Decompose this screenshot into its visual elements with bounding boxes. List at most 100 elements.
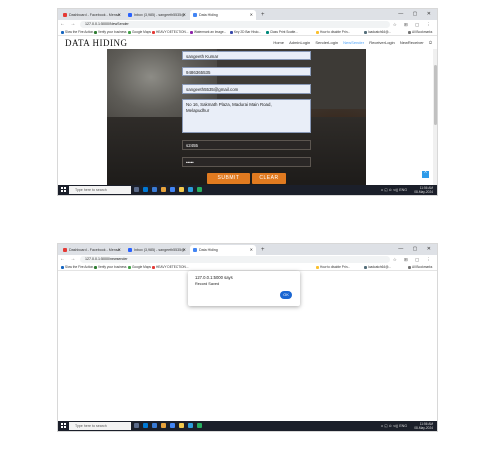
windows-start-icon[interactable] bbox=[61, 187, 66, 192]
new-tab-button[interactable]: + bbox=[261, 10, 265, 20]
close-icon[interactable]: ✕ bbox=[183, 10, 186, 20]
window-controls[interactable]: — ▢ ✕ bbox=[398, 9, 435, 20]
page-scrollbar[interactable] bbox=[433, 49, 437, 187]
tab-facebook[interactable]: Dashboard - Facebook - Mensa ✕ bbox=[60, 245, 124, 255]
close-icon[interactable]: ✕ bbox=[250, 245, 253, 255]
mail-icon bbox=[128, 248, 132, 252]
alert-dialog: 127.0.0.1:5000 says Record Saved OK bbox=[188, 271, 300, 306]
explorer-icon[interactable] bbox=[161, 422, 166, 428]
close-icon[interactable]: ✕ bbox=[118, 245, 121, 255]
submit-button[interactable]: SUBMIT bbox=[207, 173, 250, 184]
taskbar-search-input[interactable]: Type here to search bbox=[69, 422, 131, 430]
bookmark-label: HEAVY DETECTION... bbox=[156, 30, 189, 34]
password-field[interactable]: ••••• bbox=[182, 157, 311, 167]
username-field[interactable]: s2455 bbox=[182, 140, 311, 150]
email-field[interactable]: sangeeth5535@gmail.com bbox=[182, 84, 311, 94]
bookmark-item[interactable]: How to disable Prin... bbox=[316, 264, 350, 271]
bookmark-item[interactable]: Key 2D Bar Histo... bbox=[230, 29, 261, 36]
url-field[interactable]: 127.0.0.1:5000/NewSender bbox=[80, 21, 390, 28]
app-icon[interactable] bbox=[197, 186, 202, 192]
bookmark-item[interactable]: Verify your business bbox=[94, 264, 127, 271]
bookmark-label: How to disable Prin... bbox=[320, 265, 351, 269]
bookmark-item[interactable]: Slow the Fire Action... bbox=[61, 264, 96, 271]
bookmark-item[interactable]: HEAVY DETECTION... bbox=[152, 29, 188, 36]
site-logo[interactable]: DATA HIDING bbox=[65, 38, 128, 48]
clear-button[interactable]: CLEAR bbox=[252, 173, 286, 184]
store-icon[interactable] bbox=[188, 422, 193, 428]
bookmark-item[interactable]: How to disable Prin... bbox=[316, 29, 350, 36]
taskbar-apps bbox=[134, 421, 206, 431]
browser-actions[interactable]: ☆ ⊞ ▢ ⋮ bbox=[393, 255, 434, 264]
tab-label: Inbox (3,985) - sangeeth5535@ bbox=[134, 248, 185, 252]
menu-newsender[interactable]: NewSender bbox=[343, 40, 364, 45]
bookmarks-bar: Slow the Fire Action... Verify your busi… bbox=[58, 264, 437, 271]
edge-icon[interactable] bbox=[143, 186, 148, 192]
bookmark-item[interactable]: HEAVY DETECTION... bbox=[152, 264, 188, 271]
bookmark-item[interactable]: All Bookmarks bbox=[408, 264, 432, 271]
bookmark-label: All Bookmarks bbox=[412, 265, 433, 269]
clock[interactable]: 11:56 AM 08-May-2024 bbox=[414, 185, 433, 195]
menu-senderlogin[interactable]: SenderLogin bbox=[315, 40, 338, 45]
phone-field[interactable]: 9486365535 bbox=[182, 67, 311, 76]
logout-icon[interactable]: ⏻ bbox=[429, 40, 432, 45]
bookmark-item[interactable]: Class Print Scatte... bbox=[266, 29, 298, 36]
menu-receiverlogin[interactable]: ReceiverLogin bbox=[369, 40, 395, 45]
browser-window-form: Dashboard - Facebook - Mensa ✕ Inbox (3,9… bbox=[57, 8, 438, 196]
close-icon[interactable]: ✕ bbox=[183, 245, 186, 255]
bookmark-icon bbox=[128, 265, 131, 269]
system-tray-icons[interactable]: ∧ ◱ ⊙ ⊲)) ENG bbox=[381, 421, 407, 431]
windows-start-icon[interactable] bbox=[61, 423, 66, 428]
edge-icon[interactable] bbox=[143, 422, 148, 428]
clock[interactable]: 11:56 AM 08-May-2024 bbox=[414, 421, 433, 431]
bookmark-item[interactable]: loadcatch64@... bbox=[364, 264, 391, 271]
menu-adminlogin[interactable]: AdminLogin bbox=[289, 40, 310, 45]
app-icon[interactable] bbox=[197, 422, 202, 428]
bookmark-item[interactable]: Slow the Fire Action... bbox=[61, 29, 96, 36]
tab-inbox[interactable]: Inbox (3,985) - sangeeth5535@ ✕ bbox=[125, 245, 189, 255]
bookmark-icon bbox=[316, 265, 319, 269]
files-icon[interactable] bbox=[152, 186, 157, 192]
address-field[interactable]: No 16, Sakmath Plaza, Madurai Main Road,… bbox=[182, 99, 311, 133]
ok-button[interactable]: OK bbox=[280, 291, 292, 299]
explorer-icon[interactable] bbox=[161, 186, 166, 192]
folder-icon[interactable] bbox=[179, 186, 184, 192]
browser-actions[interactable]: ☆ ⊞ ▢ ⋮ bbox=[393, 20, 434, 29]
bookmark-label: loadcatch64@... bbox=[368, 30, 392, 34]
tab-data-hiding[interactable]: Data Hiding ✕ bbox=[190, 10, 256, 20]
close-icon[interactable]: ✕ bbox=[250, 10, 253, 20]
bookmark-icon bbox=[364, 265, 367, 269]
windows-taskbar: Type here to search ∧ ◱ ⊙ ⊲)) ENG 11:56 … bbox=[58, 421, 437, 431]
close-icon[interactable]: ✕ bbox=[118, 10, 121, 20]
bookmark-item[interactable]: Google Maps bbox=[128, 29, 151, 36]
tab-bar: Dashboard - Facebook - Mensa ✕ Inbox (3,9… bbox=[58, 9, 437, 20]
bookmark-item[interactable]: All Bookmarks bbox=[408, 29, 432, 36]
chrome-icon[interactable] bbox=[170, 186, 175, 192]
bookmark-label: Class Print Scatte... bbox=[270, 30, 298, 34]
scroll-top-button[interactable]: ^ bbox=[422, 171, 429, 178]
scrollbar-thumb[interactable] bbox=[433, 65, 437, 125]
task-view-icon[interactable] bbox=[134, 422, 139, 428]
files-icon[interactable] bbox=[152, 422, 157, 428]
bookmark-item[interactable]: Google Maps bbox=[128, 264, 151, 271]
tab-inbox[interactable]: Inbox (3,985) - sangeeth5535@ ✕ bbox=[125, 10, 189, 20]
tab-facebook[interactable]: Dashboard - Facebook - Mensa ✕ bbox=[60, 10, 124, 20]
bookmark-label: Slow the Fire Action... bbox=[65, 265, 96, 269]
bookmark-item[interactable]: Verify your business bbox=[94, 29, 127, 36]
folder-icon[interactable] bbox=[179, 422, 184, 428]
bookmark-item[interactable]: Watermark an Image... bbox=[190, 29, 226, 36]
bookmark-icon bbox=[364, 30, 367, 34]
tab-data-hiding[interactable]: Data Hiding ✕ bbox=[190, 245, 256, 255]
url-field[interactable]: 127.0.0.1:5000/newsender bbox=[80, 256, 390, 263]
taskbar-search-input[interactable]: Type here to search bbox=[69, 186, 131, 194]
store-icon[interactable] bbox=[188, 186, 193, 192]
window-controls[interactable]: — ▢ ✕ bbox=[398, 244, 435, 255]
new-tab-button[interactable]: + bbox=[261, 245, 265, 255]
chrome-icon[interactable] bbox=[170, 422, 175, 428]
bookmark-item[interactable]: loadcatch64@... bbox=[364, 29, 391, 36]
menu-home[interactable]: Home bbox=[273, 40, 284, 45]
task-view-icon[interactable] bbox=[134, 186, 139, 192]
system-tray-icons[interactable]: ∧ ◱ ⊙ ⊲)) ENG bbox=[381, 185, 407, 195]
bookmark-icon bbox=[94, 265, 97, 269]
menu-newreceiver[interactable]: NewReceiver bbox=[400, 40, 424, 45]
name-field[interactable]: sangeeth Kumar bbox=[182, 51, 311, 60]
